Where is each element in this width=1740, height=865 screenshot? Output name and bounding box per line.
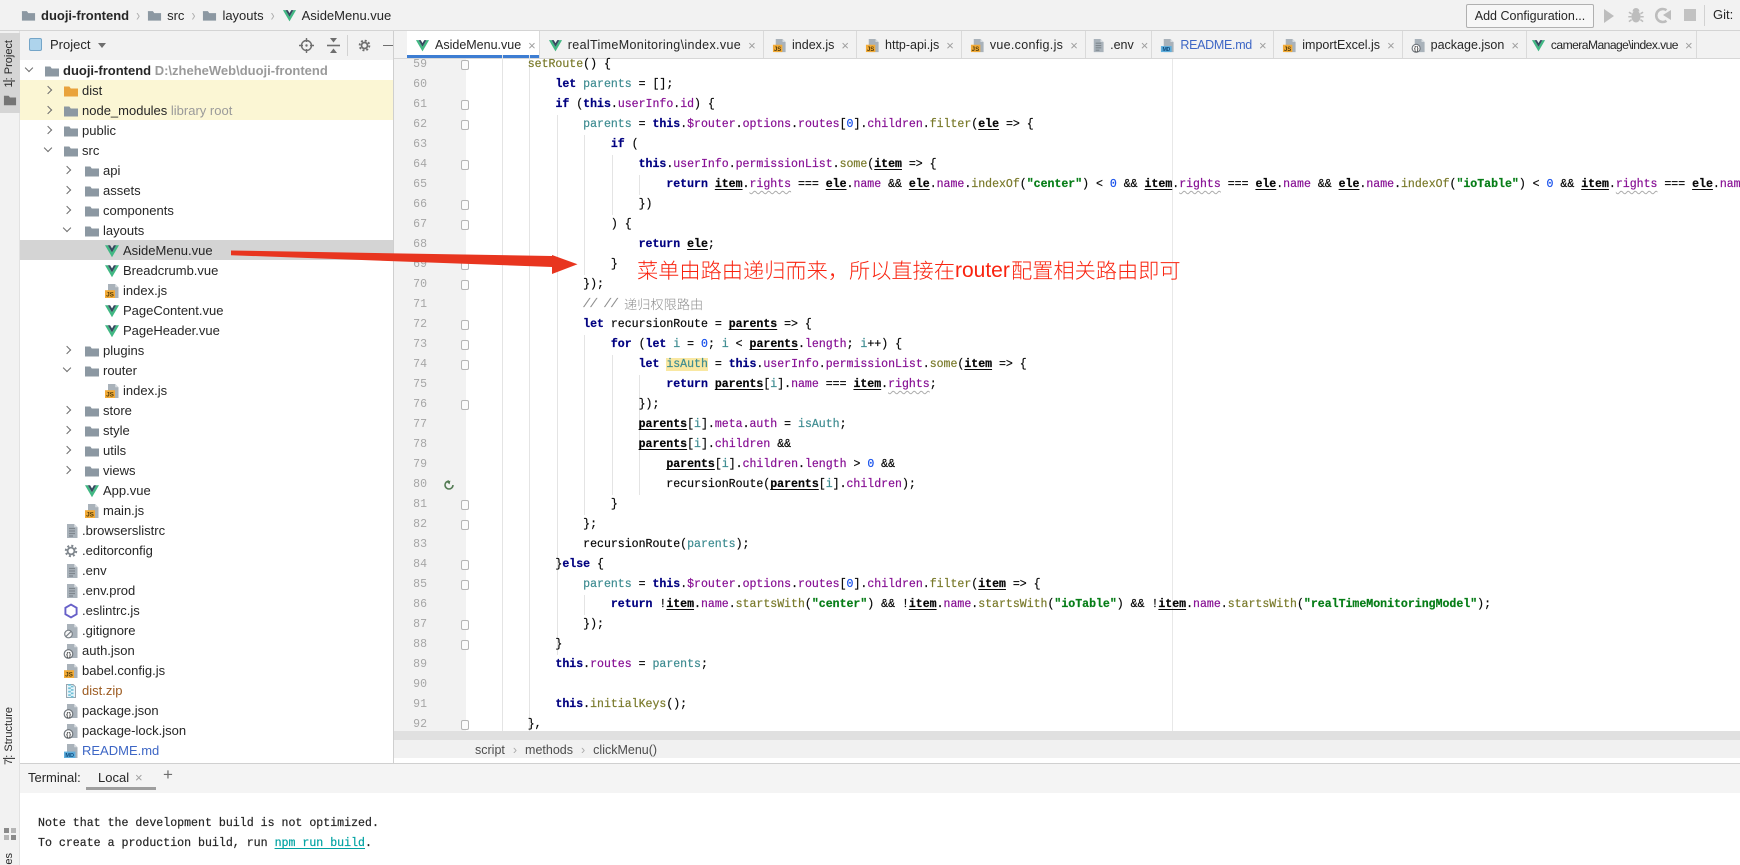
- svg-text:JS: JS: [65, 671, 74, 678]
- svg-text:MD: MD: [65, 752, 74, 758]
- svg-text:{}: {}: [66, 731, 72, 738]
- svg-text:JS: JS: [86, 511, 95, 518]
- svg-text:{}: {}: [66, 651, 72, 658]
- svg-text:JS: JS: [106, 291, 115, 298]
- svg-text:JS: JS: [106, 391, 115, 398]
- svg-text:{}: {}: [66, 711, 72, 718]
